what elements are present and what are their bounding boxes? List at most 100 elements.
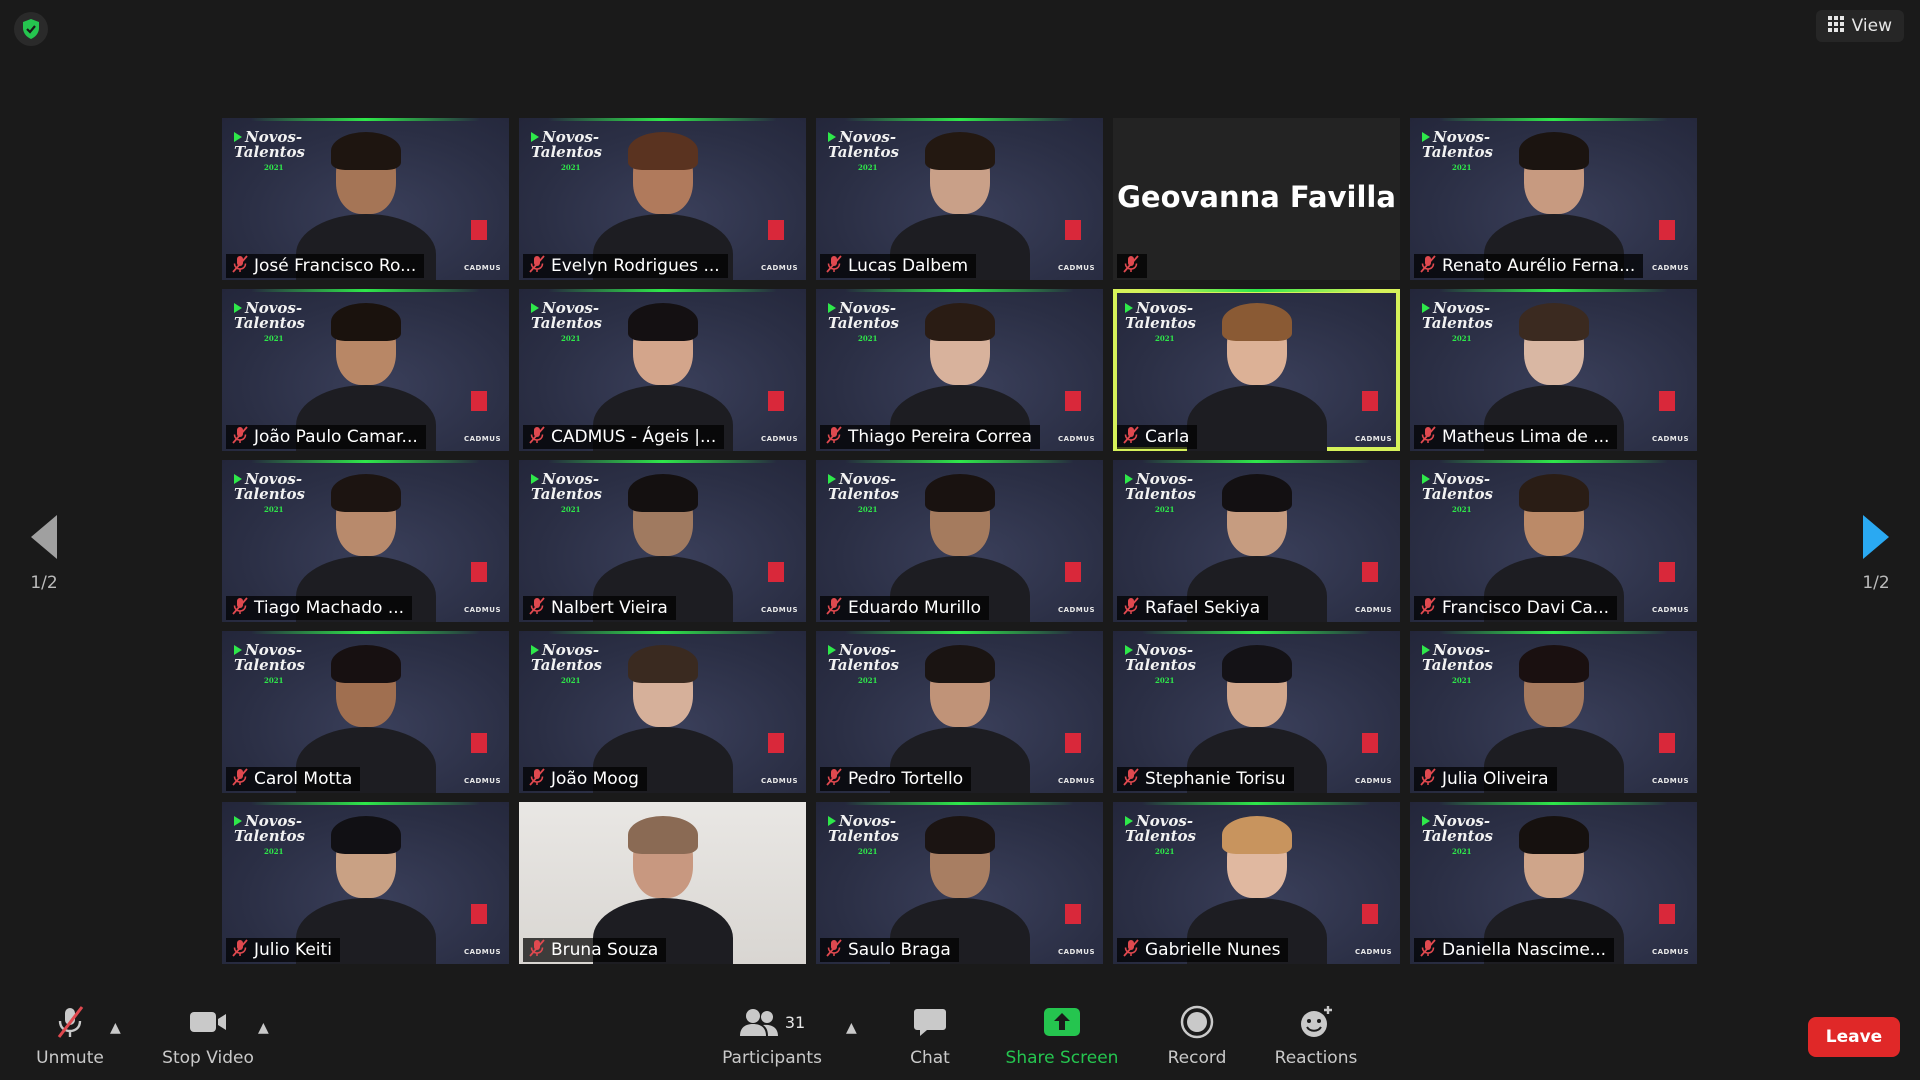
leave-meeting-button[interactable]: Leave — [1808, 1017, 1900, 1057]
microphone-muted-icon — [1420, 767, 1436, 791]
video-tile[interactable]: Novos- Talentos 2021 CADMUS João Paulo Camar… — [222, 289, 509, 451]
video-tile[interactable]: Novos- Talentos 2021 CADMUS Lucas Dalbem — [816, 118, 1103, 280]
video-tile[interactable]: Novos- Talentos 2021 CADMUS CADMUS - Ágeis |… — [519, 289, 806, 451]
cadmus-badge-icon — [1659, 733, 1675, 753]
video-tile[interactable]: Novos- Talentos 2021 CADMUS Julio Keiti — [222, 802, 509, 964]
video-options-chevron-up-icon[interactable]: ▲ — [258, 1020, 269, 1036]
video-tile[interactable]: Novos- Talentos 2021 CADMUS João Moog — [519, 631, 806, 793]
video-tile[interactable]: Novos- Talentos 2021 CADMUS Julia Oliveira — [1410, 631, 1697, 793]
microphone-muted-icon — [1420, 254, 1436, 278]
microphone-muted-icon — [529, 938, 545, 962]
play-triangle-icon — [828, 816, 836, 826]
play-triangle-icon — [234, 474, 242, 484]
video-tile[interactable]: Novos- Talentos 2021 CADMUS Gabrielle Nunes — [1113, 802, 1400, 964]
play-triangle-icon — [828, 132, 836, 142]
video-tile[interactable]: Novos- Talentos 2021 CADMUS Stephanie Torisu — [1113, 631, 1400, 793]
participant-name-tag: Tiago Machado ... — [226, 596, 413, 620]
stop-video-button[interactable]: Stop Video — [158, 990, 258, 1080]
participant-video-feed — [1182, 301, 1332, 451]
microphone-muted-icon — [1420, 425, 1436, 449]
microphone-muted-icon — [232, 938, 248, 962]
video-tile[interactable]: Bruna Souza — [519, 802, 806, 964]
cadmus-badge-icon — [1065, 220, 1081, 240]
microphone-muted-icon — [529, 254, 545, 278]
video-tile[interactable]: Novos- Talentos 2021 CADMUS Tiago Machado ..… — [222, 460, 509, 622]
play-triangle-icon — [1422, 645, 1430, 655]
video-tile[interactable]: Novos- Talentos 2021 CADMUS Pedro Tortello — [816, 631, 1103, 793]
participant-name: Gabrielle Nunes — [1145, 940, 1281, 960]
participant-name-tag: Carol Motta — [226, 767, 361, 791]
microphone-muted-icon — [1123, 938, 1139, 962]
cadmus-badge-icon — [768, 391, 784, 411]
right-arrow-icon — [1863, 515, 1889, 559]
participant-name-tag: Stephanie Torisu — [1117, 767, 1294, 791]
video-tile[interactable]: Novos- Talentos 2021 CADMUS Evelyn Rodrigues… — [519, 118, 806, 280]
video-tile[interactable]: Novos- Talentos 2021 CADMUS Francisco Davi C… — [1410, 460, 1697, 622]
video-tile-active-speaker[interactable]: Novos- Talentos 2021 CADMUS Carla — [1113, 289, 1400, 451]
video-tile[interactable]: Novos- Talentos 2021 CADMUS Carol Motta — [222, 631, 509, 793]
participants-icon: 31 — [739, 1004, 805, 1040]
next-page-button[interactable]: 1/2 — [1846, 515, 1906, 593]
video-tile[interactable]: Novos- Talentos 2021 CADMUS Daniella Nascime… — [1410, 802, 1697, 964]
record-button[interactable]: Record — [1160, 990, 1234, 1080]
participants-button[interactable]: 31 Participants — [720, 990, 824, 1080]
participant-name-tag: Bruna Souza — [523, 938, 667, 962]
play-triangle-icon — [1422, 816, 1430, 826]
reactions-label: Reactions — [1274, 1048, 1358, 1068]
video-tile[interactable]: Novos- Talentos 2021 CADMUS José Francisco R… — [222, 118, 509, 280]
security-shield-icon[interactable] — [14, 12, 48, 46]
video-tile[interactable]: Novos- Talentos 2021 CADMUS Rafael Sekiya — [1113, 460, 1400, 622]
cadmus-badge-icon — [1362, 733, 1378, 753]
participant-name-tag: Lucas Dalbem — [820, 254, 977, 278]
play-triangle-icon — [1125, 474, 1133, 484]
participant-name-tag: Francisco Davi Ca... — [1414, 596, 1617, 620]
video-tile[interactable]: Geovanna Favilla — [1113, 118, 1400, 280]
record-label: Record — [1167, 1048, 1227, 1068]
cadmus-badge-icon — [471, 391, 487, 411]
microphone-muted-icon — [826, 254, 842, 278]
participant-name-tag: CADMUS - Ágeis |... — [523, 425, 725, 449]
play-triangle-icon — [531, 132, 539, 142]
cadmus-brand-text: CADMUS — [463, 606, 501, 614]
reactions-button[interactable]: Reactions — [1270, 990, 1362, 1080]
participant-name: Matheus Lima de ... — [1442, 427, 1610, 447]
video-gallery: Novos- Talentos 2021 CADMUS José Francisco R… — [222, 118, 1697, 964]
video-camera-icon — [188, 1004, 228, 1040]
participant-name: Daniella Nascime... — [1442, 940, 1607, 960]
meeting-toolbar: Unmute ▲ Stop Video ▲ 31 Participants ▲ — [0, 990, 1920, 1080]
view-button[interactable]: View — [1815, 10, 1904, 42]
cadmus-badge-icon — [1362, 391, 1378, 411]
participants-label: Participants — [722, 1048, 822, 1068]
participants-options-chevron-up-icon[interactable]: ▲ — [846, 1020, 857, 1036]
unmute-button[interactable]: Unmute — [30, 990, 110, 1080]
cadmus-brand-text: CADMUS — [1057, 435, 1095, 443]
share-screen-button[interactable]: Share Screen — [1002, 990, 1122, 1080]
previous-page-button[interactable]: 1/2 — [14, 515, 74, 593]
cadmus-brand-text: CADMUS — [1057, 606, 1095, 614]
video-tile[interactable]: Novos- Talentos 2021 CADMUS Eduardo Murillo — [816, 460, 1103, 622]
video-tile[interactable]: Novos- Talentos 2021 CADMUS Thiago Pereira C… — [816, 289, 1103, 451]
participant-name-tag: João Moog — [523, 767, 647, 791]
participant-name: Carla — [1145, 427, 1190, 447]
chat-button[interactable]: Chat — [900, 990, 960, 1080]
participant-name: Pedro Tortello — [848, 769, 964, 789]
video-tile[interactable]: Novos- Talentos 2021 CADMUS Matheus Lima de … — [1410, 289, 1697, 451]
video-tile[interactable]: Novos- Talentos 2021 CADMUS Renato Aurélio F… — [1410, 118, 1697, 280]
cadmus-badge-icon — [1065, 904, 1081, 924]
play-triangle-icon — [1125, 816, 1133, 826]
participant-name: Julio Keiti — [254, 940, 332, 960]
video-tile[interactable]: Novos- Talentos 2021 CADMUS Nalbert Vieira — [519, 460, 806, 622]
video-tile[interactable]: Novos- Talentos 2021 CADMUS Saulo Braga — [816, 802, 1103, 964]
participant-name: Renato Aurélio Ferna... — [1442, 256, 1636, 276]
play-triangle-icon — [234, 303, 242, 313]
audio-options-chevron-up-icon[interactable]: ▲ — [110, 1020, 121, 1036]
participant-name-tag: José Francisco Ro... — [226, 254, 425, 278]
participant-name-tag: Evelyn Rodrigues ... — [523, 254, 728, 278]
participant-name-tag: Gabrielle Nunes — [1117, 938, 1289, 962]
stop-video-label: Stop Video — [162, 1048, 254, 1068]
participant-display-name: Geovanna Favilla — [1117, 180, 1396, 214]
participant-name: Tiago Machado ... — [254, 598, 405, 618]
microphone-muted-icon — [232, 767, 248, 791]
cadmus-brand-text: CADMUS — [1354, 777, 1392, 785]
page-indicator-left: 1/2 — [30, 573, 58, 593]
